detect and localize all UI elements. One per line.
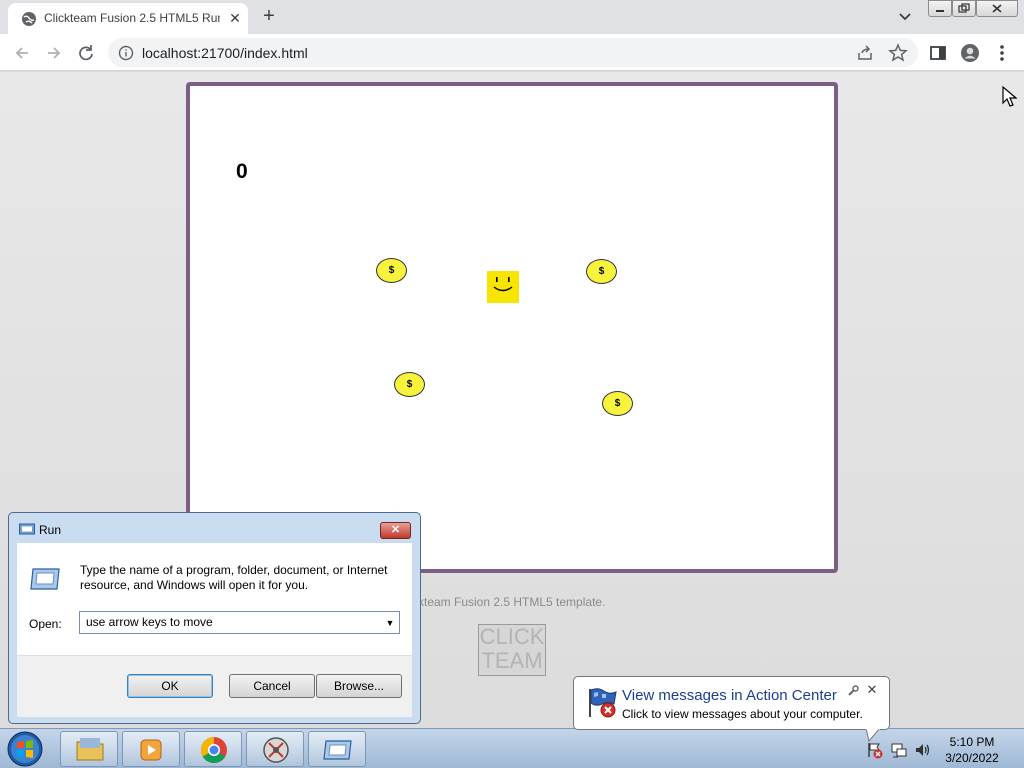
new-tab-button[interactable]: +	[258, 6, 280, 28]
game-canvas[interactable]: 0 $ $ $ $	[190, 86, 834, 569]
address-bar[interactable]: localhost:21700/index.html	[108, 38, 918, 67]
chevron-down-icon[interactable]	[896, 9, 914, 25]
run-dialog-title: Run	[39, 523, 62, 537]
smiley-face-icon	[493, 277, 513, 292]
run-dialog-close-button[interactable]: ✕	[380, 522, 411, 539]
globe-icon	[22, 12, 36, 26]
start-button-windows-icon[interactable]	[5, 730, 45, 768]
browser-tab-strip: Clickteam Fusion 2.5 HTML5 Run ✕ +	[0, 0, 1024, 34]
clock-date[interactable]: 3/20/2022	[930, 751, 1014, 765]
notification-title[interactable]: View messages in Action Center	[622, 687, 837, 704]
cancel-button[interactable]: Cancel	[229, 674, 315, 698]
logo-line-1: CLICK	[479, 624, 545, 649]
media-player-icon	[140, 739, 162, 761]
open-label: Open:	[29, 617, 62, 631]
action-center-flag-icon	[589, 688, 617, 718]
info-icon[interactable]	[118, 45, 134, 61]
run-app-icon	[19, 523, 35, 535]
balloon-tail	[866, 728, 880, 742]
clock-time[interactable]: 5:10 PM	[930, 735, 1014, 749]
profile-avatar-icon[interactable]	[960, 43, 980, 63]
run-dialog-button-bar: OK Cancel Browse...	[17, 655, 412, 717]
back-arrow-icon[interactable]	[12, 43, 32, 63]
notification-text[interactable]: Click to view messages about your comput…	[622, 707, 863, 721]
browser-toolbar: localhost:21700/index.html	[0, 34, 1024, 71]
taskbar-media-player[interactable]	[122, 731, 180, 767]
run-dialog: Run ✕ Type the name of a program, folder…	[8, 512, 421, 724]
wrench-icon[interactable]	[846, 684, 860, 698]
taskbar-app-4[interactable]	[246, 731, 304, 767]
share-icon[interactable]	[856, 44, 874, 62]
run-dialog-description: Type the name of a program, folder, docu…	[80, 563, 388, 592]
tab-close-button[interactable]: ✕	[226, 9, 244, 27]
template-caption: ckteam Fusion 2.5 HTML5 template.	[412, 595, 606, 609]
window-minimize-button[interactable]	[928, 0, 952, 17]
mouse-cursor-icon	[1002, 86, 1018, 107]
coin: $	[376, 258, 407, 283]
player-character	[487, 271, 519, 303]
browse-button[interactable]: Browse...	[316, 674, 402, 698]
forward-arrow-icon[interactable]	[44, 43, 64, 63]
tab-title: Clickteam Fusion 2.5 HTML5 Run	[44, 11, 220, 25]
restore-icon	[958, 3, 970, 13]
bookmark-star-icon[interactable]	[888, 43, 908, 63]
run-app-icon	[323, 740, 352, 760]
browser-tab[interactable]: Clickteam Fusion 2.5 HTML5 Run ✕	[8, 3, 248, 34]
run-dialog-body: Type the name of a program, folder, docu…	[17, 543, 412, 717]
taskbar-chrome[interactable]	[184, 731, 242, 767]
reload-icon[interactable]	[76, 43, 96, 63]
notification-balloon[interactable]: View messages in Action Center Click to …	[573, 676, 890, 742]
action-center-flag-icon[interactable]	[866, 741, 884, 759]
run-dialog-titlebar[interactable]: Run ✕	[9, 513, 420, 543]
taskbar-file-explorer[interactable]	[60, 731, 118, 767]
coin: $	[394, 372, 425, 397]
score-counter: 0	[236, 160, 248, 183]
taskbar-run[interactable]	[308, 731, 366, 767]
game-frame: 0 $ $ $ $	[186, 82, 838, 573]
window-close-button[interactable]	[976, 0, 1018, 17]
logo-line-2: TEAM	[481, 648, 543, 673]
open-combobox[interactable]: use arrow keys to move ▼	[79, 611, 400, 634]
run-program-icon	[30, 568, 60, 590]
side-panel-icon[interactable]	[928, 43, 948, 63]
chrome-icon	[200, 736, 227, 764]
folder-icon	[76, 738, 104, 761]
minimize-icon	[936, 10, 944, 12]
coin: $	[586, 259, 617, 284]
open-input-value[interactable]: use arrow keys to move	[86, 615, 213, 629]
more-menu-icon[interactable]	[992, 43, 1012, 63]
notification-close-button[interactable]: ✕	[865, 683, 879, 697]
window-restore-button[interactable]	[952, 0, 976, 17]
clickteam-logo[interactable]: CLICK TEAM	[478, 624, 546, 676]
compass-app-icon	[263, 737, 289, 763]
chevron-down-icon[interactable]: ▼	[383, 616, 397, 630]
ok-button[interactable]: OK	[127, 674, 213, 698]
coin: $	[602, 391, 633, 416]
close-icon	[992, 4, 1002, 13]
url-text[interactable]: localhost:21700/index.html	[142, 45, 308, 61]
network-icon[interactable]	[890, 741, 908, 759]
